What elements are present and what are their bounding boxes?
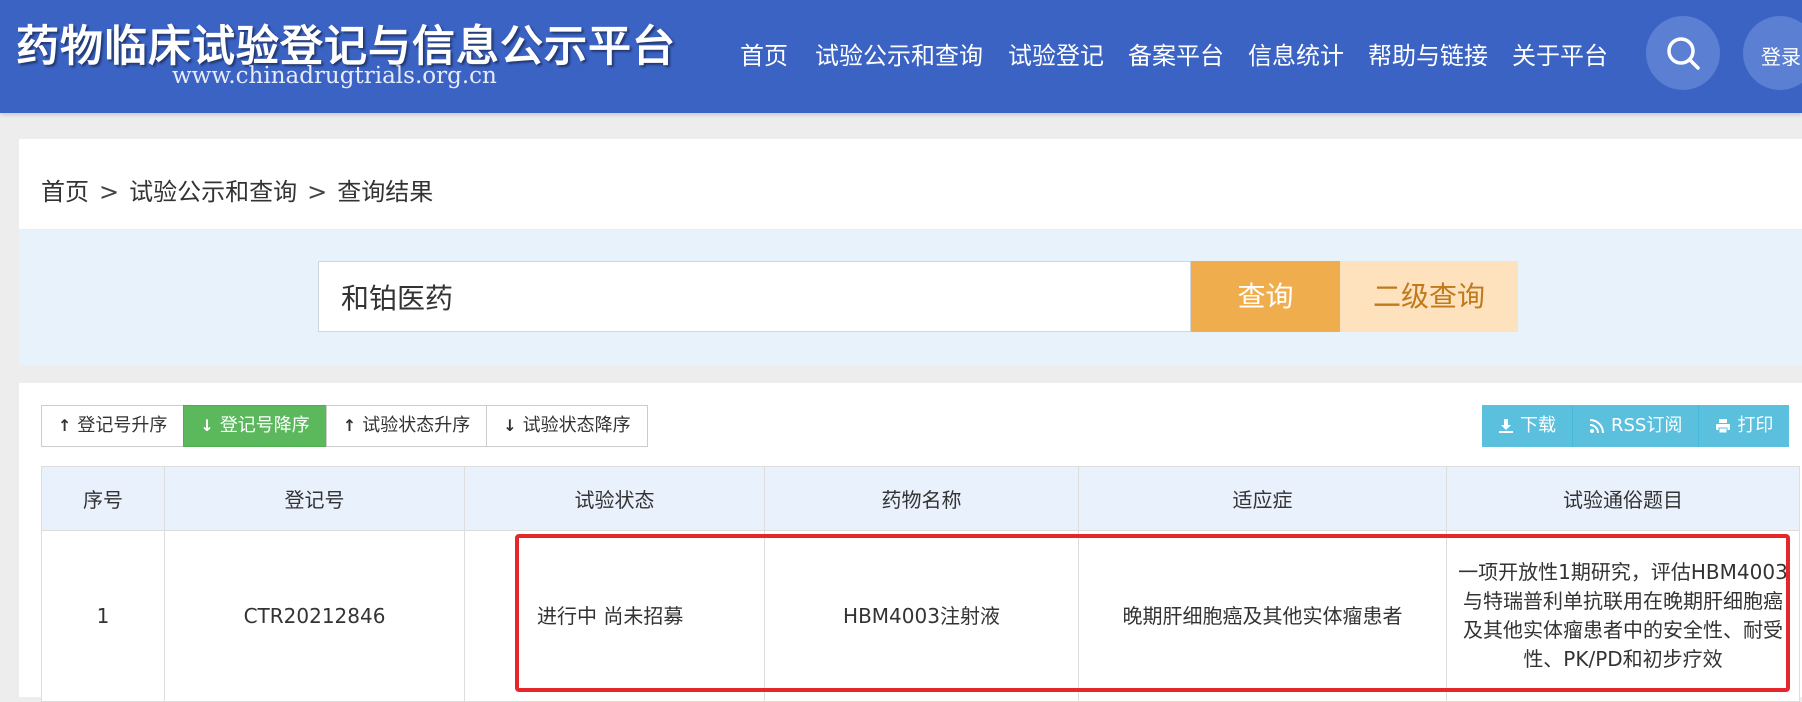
nav-item-trials-query[interactable]: 试验公示和查询	[815, 36, 983, 71]
column-header-drug: 药物名称	[764, 466, 1079, 531]
sort-button-group: ↑ 登记号升序 ↓ 登记号降序 ↑ 试验状态升序 ↓ 试验状态降序	[41, 405, 648, 447]
cell-drug: HBM4003注射液	[764, 530, 1079, 702]
nav-item-statistics[interactable]: 信息统计	[1248, 36, 1344, 71]
column-header-index: 序号	[41, 466, 165, 531]
cell-title: 一项开放性1期研究，评估HBM4003与特瑞普利单抗联用在晚期肝细胞癌及其他实体…	[1446, 530, 1800, 702]
arrow-down-icon: ↓	[503, 416, 517, 435]
header-search-button[interactable]	[1646, 16, 1720, 90]
breadcrumb: 首页 > 试验公示和查询 > 查询结果	[41, 172, 433, 207]
top-header: 药物临床试验登记与信息公示平台 www.chinadrugtrials.org.…	[0, 0, 1802, 113]
nav-item-about[interactable]: 关于平台	[1512, 36, 1608, 71]
main-nav: 首页 试验公示和查询 试验登记 备案平台 信息统计 帮助与链接 关于平台	[0, 36, 1802, 76]
breadcrumb-separator: >	[99, 178, 120, 206]
login-button[interactable]: 登录	[1743, 16, 1802, 90]
sort-regno-asc-button[interactable]: ↑ 登记号升序	[41, 405, 185, 447]
nav-item-home[interactable]: 首页	[740, 36, 788, 71]
sort-label: 登记号升序	[77, 415, 168, 436]
table-row[interactable]: 1 CTR20212846 进行中 尚未招募 HBM4003注射液 晚期肝细胞癌…	[41, 530, 1800, 702]
print-button[interactable]: 打印	[1699, 405, 1790, 447]
advanced-query-button[interactable]: 二级查询	[1340, 261, 1518, 332]
breadcrumb-current: 查询结果	[337, 178, 434, 206]
cell-index: 1	[41, 530, 165, 702]
nav-item-registration[interactable]: 试验登记	[1008, 36, 1104, 71]
rss-icon	[1589, 419, 1604, 434]
nav-item-help-links[interactable]: 帮助与链接	[1368, 36, 1488, 71]
cell-indication: 晚期肝细胞癌及其他实体瘤患者	[1078, 530, 1447, 702]
search-icon	[1667, 37, 1700, 70]
breadcrumb-home[interactable]: 首页	[41, 178, 89, 206]
breadcrumb-separator: >	[307, 178, 328, 206]
login-label: 登录	[1761, 45, 1801, 69]
download-button[interactable]: 下载	[1482, 405, 1573, 447]
print-label: 打印	[1737, 415, 1774, 436]
breadcrumb-trials-query[interactable]: 试验公示和查询	[129, 178, 297, 206]
column-header-indication: 适应症	[1078, 466, 1447, 531]
arrow-up-icon: ↑	[58, 416, 72, 435]
arrow-up-icon: ↑	[342, 416, 357, 435]
column-header-reg-no: 登记号	[164, 466, 465, 531]
download-label: 下载	[1520, 415, 1556, 436]
sort-label: 登记号降序	[219, 415, 310, 436]
results-panel: ↑ 登记号升序 ↓ 登记号降序 ↑ 试验状态升序 ↓ 试验状态降序 下载 RSS…	[19, 383, 1802, 702]
search-input[interactable]	[318, 261, 1191, 332]
table-header-row: 序号 登记号 试验状态 药物名称 适应症 试验通俗题目	[41, 466, 1800, 531]
action-button-group: 下载 RSS订阅 打印	[1482, 405, 1790, 447]
arrow-down-icon: ↓	[200, 416, 214, 435]
search-panel: 查询 二级查询	[19, 230, 1802, 365]
sort-status-desc-button[interactable]: ↓ 试验状态降序	[486, 405, 648, 447]
rss-label: RSS订阅	[1611, 415, 1683, 436]
cell-status: 进行中 尚未招募	[464, 530, 765, 702]
sort-regno-desc-button[interactable]: ↓ 登记号降序	[183, 405, 327, 447]
sort-status-asc-button[interactable]: ↑ 试验状态升序	[325, 405, 488, 447]
column-header-status: 试验状态	[464, 466, 765, 531]
column-header-title: 试验通俗题目	[1446, 466, 1800, 531]
download-icon	[1499, 419, 1513, 433]
query-button[interactable]: 查询	[1191, 261, 1340, 332]
rss-button[interactable]: RSS订阅	[1573, 405, 1700, 447]
print-icon	[1716, 419, 1731, 434]
results-table: 序号 登记号 试验状态 药物名称 适应症 试验通俗题目 1 CTR2021284…	[41, 466, 1800, 702]
nav-item-filing-platform[interactable]: 备案平台	[1128, 36, 1224, 71]
cell-reg-no[interactable]: CTR20212846	[164, 530, 465, 702]
sort-label: 试验状态升序	[362, 415, 471, 436]
sort-label: 试验状态降序	[522, 415, 631, 436]
breadcrumb-panel: 首页 > 试验公示和查询 > 查询结果	[19, 139, 1802, 229]
